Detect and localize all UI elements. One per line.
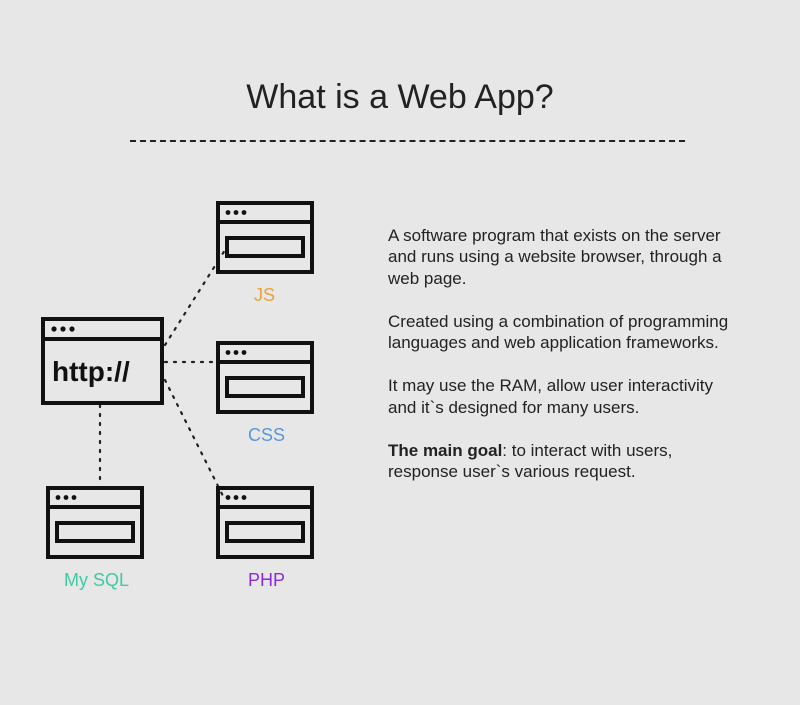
description-block: A software program that exists on the se… <box>388 225 733 482</box>
page-title: What is a Web App? <box>0 78 800 117</box>
mysql-label: My SQL <box>64 570 129 591</box>
js-label: JS <box>254 285 275 306</box>
description-paragraph-4: The main goal: to interact with users, r… <box>388 440 733 483</box>
main-browser-icon: http:// <box>40 316 165 406</box>
php-label: PHP <box>248 570 285 591</box>
css-label: CSS <box>248 425 285 446</box>
main-goal-bold: The main goal <box>388 441 502 460</box>
main-browser-label: http:// <box>52 356 130 387</box>
description-paragraph-2: Created using a combination of programmi… <box>388 311 733 354</box>
diagram: http:// JS CSS <box>30 170 370 640</box>
description-paragraph-1: A software program that exists on the se… <box>388 225 733 289</box>
js-browser-icon <box>215 200 315 275</box>
mysql-browser-icon <box>45 485 145 560</box>
php-browser-icon <box>215 485 315 560</box>
divider <box>130 140 685 142</box>
css-browser-icon <box>215 340 315 415</box>
description-paragraph-3: It may use the RAM, allow user interacti… <box>388 375 733 418</box>
